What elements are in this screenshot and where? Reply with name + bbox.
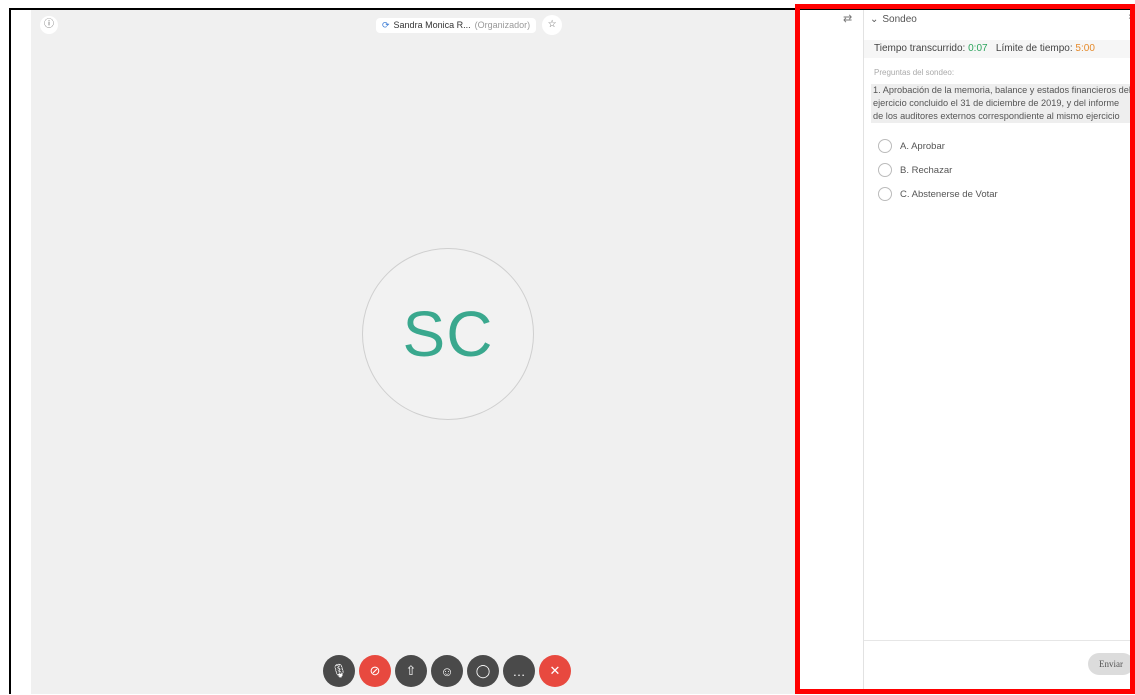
radio-button[interactable]	[878, 163, 892, 177]
time-elapsed-label: Tiempo transcurrido:	[874, 43, 966, 54]
poll-timer: Tiempo transcurrido: 0:07 Límite de tiem…	[864, 40, 1135, 58]
poll-options: A. Aprobar B. Rechazar C. Abstenerse de …	[878, 134, 998, 206]
close-icon[interactable]: ×	[1128, 12, 1134, 23]
host-name: Sandra Monica R...	[393, 20, 471, 30]
option-aprobar[interactable]: A. Aprobar	[878, 134, 998, 158]
more-button[interactable]: …	[503, 655, 535, 687]
poll-question: 1. Aprobación de la memoria, balance y e…	[871, 84, 1133, 123]
microphone-button[interactable]: 🎙	[323, 655, 355, 687]
poll-header[interactable]: ⌄ Sondeo ×	[864, 10, 1135, 28]
submit-button[interactable]: Enviar	[1088, 653, 1134, 675]
poll-panel: ⌄ Sondeo × Tiempo transcurrido: 0:07 Lím…	[863, 10, 1135, 694]
chat-icon: ◯	[475, 663, 491, 678]
participants-button[interactable]: ☺	[431, 655, 463, 687]
radio-button[interactable]	[878, 139, 892, 153]
star-icon[interactable]: ☆	[542, 15, 563, 35]
poll-title: Sondeo	[882, 13, 917, 25]
participants-icon: ☺	[440, 663, 454, 679]
expand-icon[interactable]: ⇄	[843, 12, 852, 25]
video-button[interactable]: ⊘	[359, 655, 391, 687]
close-icon: ✕	[549, 663, 561, 678]
option-label: A. Aprobar	[900, 140, 945, 152]
time-limit-label: Límite de tiempo:	[995, 43, 1073, 54]
avatar: SC	[362, 248, 534, 420]
time-limit-value: 5:00	[1075, 43, 1095, 54]
leave-button[interactable]: ✕	[539, 655, 571, 687]
option-label: C. Abstenerse de Votar	[900, 188, 998, 200]
host-role: (Organizador)	[474, 20, 531, 30]
poll-footer: Enviar	[864, 640, 1135, 695]
host-indicator: ⟳ Sandra Monica R... (Organizador) ☆	[376, 15, 563, 35]
chevron-down-icon: ⌄	[870, 13, 879, 25]
chat-button[interactable]: ◯	[467, 655, 499, 687]
meeting-toolbar: 🎙 ⊘ ⇧ ☺ ◯ … ✕	[323, 655, 571, 687]
share-icon: ⇧	[405, 663, 417, 678]
video-off-icon: ⊘	[369, 663, 381, 678]
radio-button[interactable]	[878, 187, 892, 201]
time-elapsed-value: 0:07	[968, 43, 988, 54]
share-button[interactable]: ⇧	[395, 655, 427, 687]
info-icon[interactable]: ⓘ	[40, 16, 58, 34]
questions-label: Preguntas del sondeo:	[874, 68, 955, 77]
video-stage: ⓘ ⟳ Sandra Monica R... (Organizador) ☆ S…	[31, 10, 797, 694]
more-icon: …	[512, 663, 526, 679]
host-icon: ⟳	[382, 19, 390, 30]
option-abstenerse[interactable]: C. Abstenerse de Votar	[878, 182, 998, 206]
microphone-icon: 🎙	[330, 663, 348, 678]
host-pill[interactable]: ⟳ Sandra Monica R... (Organizador)	[376, 17, 537, 33]
option-rechazar[interactable]: B. Rechazar	[878, 158, 998, 182]
option-label: B. Rechazar	[900, 164, 953, 176]
